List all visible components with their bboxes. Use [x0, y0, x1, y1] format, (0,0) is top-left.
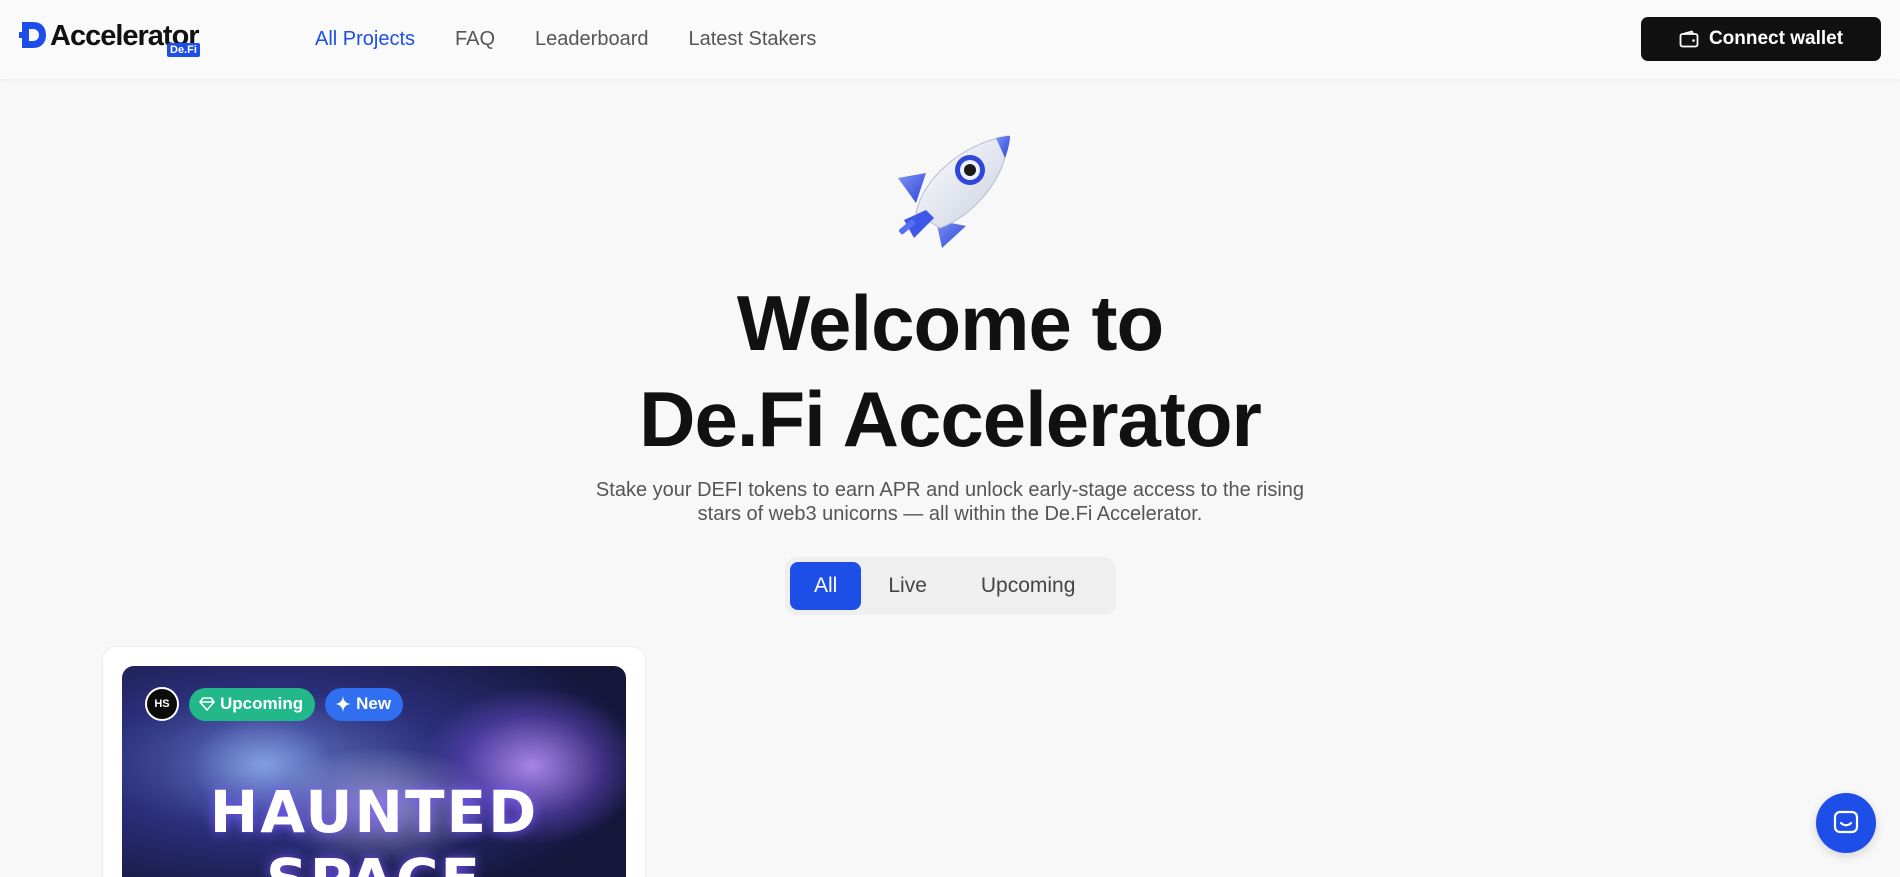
- project-cover-title: HAUNTED SPACE: [209, 778, 539, 877]
- nav-faq[interactable]: FAQ: [455, 26, 495, 52]
- connect-wallet-label: Connect wallet: [1708, 28, 1844, 49]
- hero-title: Welcome to De.Fi Accelerator: [0, 275, 1900, 467]
- upcoming-badge-label: Upcoming: [220, 694, 304, 713]
- hero-title-line1: Welcome to: [736, 279, 1164, 367]
- project-filter-tabs: All Live Upcoming: [785, 557, 1116, 615]
- diamond-icon: [199, 697, 215, 711]
- upcoming-badge: Upcoming: [189, 687, 316, 721]
- project-cover-image[interactable]: HAUNTED SPACE HS Upcoming New: [122, 666, 626, 877]
- project-card[interactable]: HAUNTED SPACE HS Upcoming New: [102, 646, 646, 877]
- connect-wallet-button[interactable]: Connect wallet: [1641, 17, 1881, 61]
- support-chat-button[interactable]: [1816, 793, 1876, 853]
- tab-all[interactable]: All: [790, 562, 862, 610]
- rocket-icon: [898, 135, 1010, 248]
- tab-live[interactable]: Live: [861, 562, 954, 610]
- nav-all-projects[interactable]: All Projects: [315, 26, 415, 52]
- nav-latest-stakers[interactable]: Latest Stakers: [688, 26, 816, 52]
- hero-title-line2: De.Fi Accelerator: [639, 375, 1262, 463]
- chat-icon: [1833, 810, 1859, 834]
- defi-logo-icon: [19, 22, 46, 48]
- sparkle-icon: [335, 696, 352, 712]
- main-nav: All Projects FAQ Leaderboard Latest Stak…: [315, 26, 856, 52]
- project-avatar: HS: [145, 687, 179, 721]
- wallet-icon: [1679, 30, 1699, 48]
- accelerator-logo[interactable]: Accelerator De.Fi: [19, 18, 200, 60]
- top-header: Accelerator De.Fi All Projects FAQ Leade…: [0, 0, 1900, 79]
- logo-badge: De.Fi: [167, 43, 200, 57]
- tab-upcoming[interactable]: Upcoming: [954, 562, 1103, 610]
- nav-leaderboard[interactable]: Leaderboard: [535, 26, 648, 52]
- new-badge: New: [325, 687, 404, 721]
- project-badges: HS Upcoming New: [145, 687, 404, 721]
- hero-subtitle: Stake your DEFI tokens to earn APR and u…: [595, 479, 1305, 525]
- new-badge-label: New: [356, 694, 392, 713]
